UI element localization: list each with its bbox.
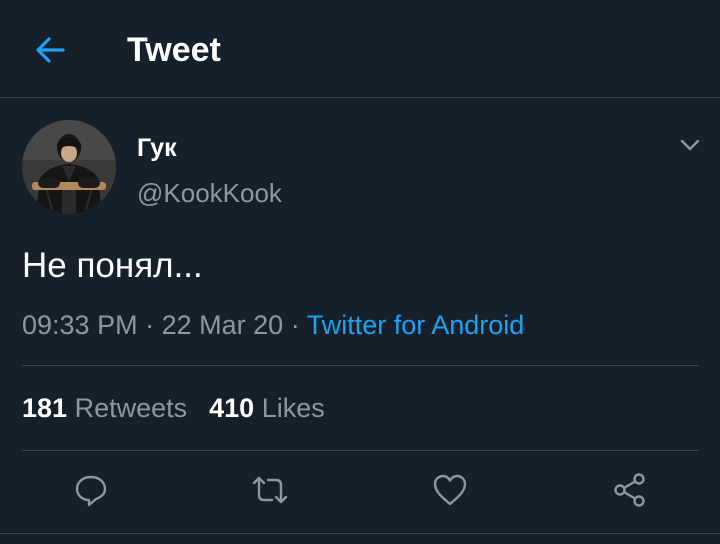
tweet-text: Не понял... <box>22 246 203 285</box>
avatar[interactable] <box>22 120 116 214</box>
chevron-down-icon <box>680 139 700 151</box>
divider <box>22 450 699 451</box>
top-app-bar: Tweet <box>0 0 720 98</box>
engagement-stats: 181 Retweets 410 Likes <box>22 391 325 425</box>
retweets-label: Retweets <box>74 393 188 423</box>
share-icon <box>614 473 645 507</box>
divider <box>0 533 720 534</box>
likes-stat[interactable]: 410 Likes <box>209 393 325 423</box>
retweets-count: 181 <box>22 393 68 423</box>
page-title: Tweet <box>127 31 221 69</box>
divider <box>22 365 699 366</box>
likes-label: Likes <box>261 393 325 423</box>
more-options-button[interactable] <box>674 130 706 160</box>
tweet-date: 22 Mar 20 <box>161 310 284 340</box>
tweet-meta: 09:33 PM · 22 Mar 20 · Twitter for Andro… <box>22 308 524 342</box>
arrow-left-icon <box>36 37 65 63</box>
retweets-stat[interactable]: 181 Retweets <box>22 393 187 423</box>
reply-icon <box>75 475 107 507</box>
like-button[interactable] <box>428 468 472 512</box>
user-handle[interactable]: @KookKook <box>137 177 282 209</box>
profile-photo <box>22 120 116 214</box>
like-icon <box>433 474 467 506</box>
likes-count: 410 <box>209 393 255 423</box>
retweet-icon <box>252 476 288 504</box>
share-button[interactable] <box>608 468 652 512</box>
back-button[interactable] <box>28 30 72 70</box>
meta-separator: · <box>290 310 300 340</box>
tweet-source-link[interactable]: Twitter for Android <box>307 310 525 340</box>
tweet-time: 09:33 PM <box>22 310 138 340</box>
meta-separator: · <box>145 310 155 340</box>
reply-button[interactable] <box>69 468 113 512</box>
tweet-detail-screen: Tweet Гук @KookKook Не понял... 09:33 PM… <box>0 0 720 544</box>
retweet-button[interactable] <box>248 468 292 512</box>
display-name[interactable]: Гук <box>137 133 177 163</box>
